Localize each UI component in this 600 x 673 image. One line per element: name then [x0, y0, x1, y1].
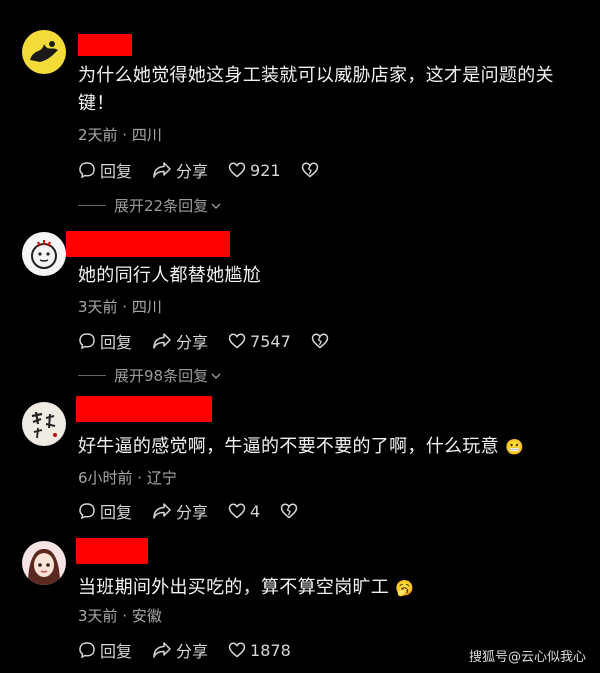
dislike-button[interactable]: [301, 161, 323, 179]
avatar[interactable]: [22, 30, 66, 74]
share-label: 分享: [176, 503, 209, 522]
grimace-emoji-icon: 😬: [504, 438, 524, 456]
comment-actions: 回复 分享 4: [78, 499, 322, 523]
heart-icon: [228, 333, 246, 349]
share-button[interactable]: 分享: [152, 158, 208, 182]
share-button[interactable]: 分享: [152, 638, 208, 662]
like-count: 1878: [250, 640, 291, 660]
heart-icon: [228, 642, 246, 658]
avatar[interactable]: [22, 541, 66, 585]
comment-actions: 回复 分享 7547: [78, 329, 353, 353]
broken-heart-icon: [301, 162, 318, 178]
broken-heart-icon: [311, 333, 329, 349]
comment-actions: 回复 分享 921: [78, 158, 343, 182]
dragon-avatar-icon: [30, 41, 58, 62]
share-icon: [153, 503, 171, 519]
heart-icon: [228, 503, 246, 519]
like-button[interactable]: 4: [228, 502, 260, 521]
calligraphy-avatar-icon: [31, 411, 57, 439]
reply-icon: [79, 333, 95, 350]
divider-line: [78, 375, 106, 376]
reply-button[interactable]: 回复: [78, 638, 132, 662]
reply-label: 回复: [100, 162, 133, 181]
divider-line: [78, 205, 106, 206]
reply-button[interactable]: 回复: [78, 329, 132, 353]
reply-icon: [79, 503, 95, 520]
reply-label: 回复: [100, 503, 133, 522]
share-icon: [153, 333, 171, 349]
chevron-down-icon: [211, 203, 221, 209]
share-label: 分享: [176, 333, 209, 352]
like-count: 921: [250, 160, 281, 180]
expand-replies[interactable]: 展开98条回复: [78, 365, 222, 386]
reply-icon: [79, 162, 95, 179]
share-label: 分享: [176, 642, 209, 661]
comment-actions: 回复 分享 1878: [78, 638, 311, 662]
comment-text: 为什么她觉得她这身工装就可以威胁店家，这才是问题的关键！: [78, 65, 554, 114]
like-button[interactable]: 7547: [228, 332, 291, 351]
anime-girl-avatar-icon: [28, 549, 60, 585]
heart-icon: [228, 162, 246, 178]
comment-meta: 6小时前 · 辽宁: [78, 469, 177, 487]
dislike-button[interactable]: [280, 502, 302, 520]
share-button[interactable]: 分享: [152, 499, 208, 523]
username-redacted: [76, 396, 212, 422]
dislike-button[interactable]: [311, 332, 333, 350]
reply-button[interactable]: 回复: [78, 499, 132, 523]
expand-replies[interactable]: 展开22条回复: [78, 195, 222, 216]
comment-text-body: 好牛逼的感觉啊，牛逼的不要不要的了啊，什么玩意: [78, 436, 499, 457]
comment-text-body: 当班期间外出买吃的，算不算空岗旷工: [78, 577, 390, 598]
like-button[interactable]: 921: [228, 161, 281, 180]
comment-meta: 3天前 · 安徽: [78, 607, 162, 625]
comment-text: 她的同行人都替她尴尬: [78, 265, 261, 286]
reply-label: 回复: [100, 333, 133, 352]
comment-text: 好牛逼的感觉啊，牛逼的不要不要的了啊，什么玩意 😬: [78, 433, 588, 461]
share-icon: [153, 162, 171, 178]
username-redacted: [78, 34, 132, 56]
reply-label: 回复: [100, 642, 133, 661]
comment-meta: 3天前 · 四川: [78, 298, 162, 316]
yawning-emoji-icon: 🥱: [395, 579, 415, 597]
avatar[interactable]: [22, 232, 66, 276]
expand-replies-label: 展开98条回复: [114, 367, 209, 385]
share-button[interactable]: 分享: [152, 329, 208, 353]
watermark: 搜狐号@云心似我心: [468, 650, 586, 665]
reply-button[interactable]: 回复: [78, 158, 132, 182]
avatar[interactable]: [22, 402, 66, 446]
comment-text: 当班期间外出买吃的，算不算空岗旷工 🥱: [78, 574, 588, 602]
broken-heart-icon: [280, 503, 298, 519]
like-count: 4: [250, 501, 261, 521]
share-label: 分享: [176, 162, 209, 181]
username-redacted: [76, 538, 148, 564]
like-count: 7547: [250, 331, 291, 351]
comment-meta: 2天前 · 四川: [78, 126, 162, 144]
like-button[interactable]: 1878: [228, 641, 291, 660]
reply-icon: [79, 642, 95, 659]
expand-replies-label: 展开22条回复: [114, 197, 209, 215]
cartoon-face-avatar-icon: [31, 240, 57, 269]
chevron-down-icon: [211, 373, 221, 379]
username-redacted: [66, 231, 230, 257]
share-icon: [153, 642, 171, 658]
